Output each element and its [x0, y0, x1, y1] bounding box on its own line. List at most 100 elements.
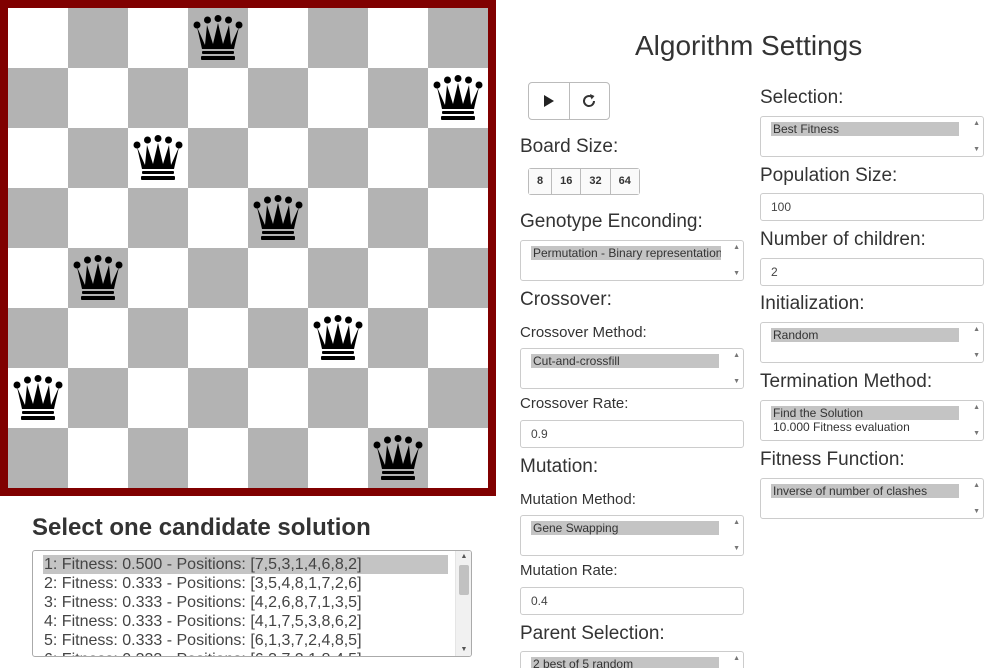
- genotype-option[interactable]: Permutation - Binary representation: [531, 246, 721, 260]
- termination-option[interactable]: 10.000 Fitness evaluation: [771, 420, 959, 434]
- board-square: [188, 368, 248, 428]
- scrollbar-thumb[interactable]: [459, 565, 469, 595]
- crossover-rate-label: Crossover Rate:: [520, 395, 629, 412]
- number-of-children-input[interactable]: [760, 258, 984, 286]
- mutation-rate-label: Mutation Rate:: [520, 562, 618, 579]
- scroll-up-icon[interactable]: ▲: [973, 326, 980, 333]
- chess-board: [8, 8, 488, 488]
- candidate-list-item[interactable]: 4: Fitness: 0.333 - Positions: [4,1,7,5,…: [43, 612, 448, 631]
- board-square: [8, 428, 68, 488]
- board-square: [248, 68, 308, 128]
- initialization-label: Initialization:: [760, 293, 865, 314]
- candidate-list-item[interactable]: 1: Fitness: 0.500 - Positions: [7,5,3,1,…: [43, 555, 448, 574]
- board-square: [428, 68, 488, 128]
- crossover-method-option[interactable]: Cut-and-crossfill: [531, 354, 719, 368]
- board-square: [8, 8, 68, 68]
- board-square: [128, 308, 188, 368]
- scroll-up-icon[interactable]: ▲: [456, 551, 471, 563]
- reset-button[interactable]: [568, 83, 609, 119]
- scroll-down-icon[interactable]: ▼: [733, 270, 740, 277]
- board-square: [68, 428, 128, 488]
- board-square: [368, 128, 428, 188]
- candidate-list-item[interactable]: 2: Fitness: 0.333 - Positions: [3,5,4,8,…: [43, 574, 448, 593]
- board-square: [68, 128, 128, 188]
- board-square: [428, 188, 488, 248]
- board-square: [248, 428, 308, 488]
- scroll-down-icon[interactable]: ▼: [456, 644, 471, 656]
- board-square: [128, 188, 188, 248]
- board-size-8-button[interactable]: 8: [529, 169, 552, 194]
- board-square: [248, 128, 308, 188]
- scroll-up-icon[interactable]: ▲: [973, 120, 980, 127]
- board-square: [68, 368, 128, 428]
- mutation-rate-input[interactable]: [520, 587, 744, 615]
- queen-icon: [373, 435, 423, 480]
- genotype-select[interactable]: Permutation - Binary representation ▲ ▼: [520, 240, 744, 281]
- queen-icon: [13, 375, 63, 420]
- crossover-method-select[interactable]: Cut-and-crossfill ▲ ▼: [520, 348, 744, 389]
- fitness-function-option[interactable]: Inverse of number of clashes: [771, 484, 959, 498]
- mutation-method-option[interactable]: Gene Swapping: [531, 521, 719, 535]
- board-square: [308, 188, 368, 248]
- scroll-up-icon[interactable]: ▲: [973, 482, 980, 489]
- termination-option-selected[interactable]: Find the Solution: [771, 406, 959, 420]
- scroll-up-icon[interactable]: ▲: [733, 519, 740, 526]
- fitness-function-select[interactable]: Inverse of number of clashes ▲ ▼: [760, 478, 984, 519]
- board-square: [308, 128, 368, 188]
- board-size-32-button[interactable]: 32: [580, 169, 610, 194]
- mutation-method-select[interactable]: Gene Swapping ▲ ▼: [520, 515, 744, 556]
- scroll-up-icon[interactable]: ▲: [733, 352, 740, 359]
- board-square: [128, 68, 188, 128]
- board-square: [68, 8, 128, 68]
- candidate-list-item[interactable]: 3: Fitness: 0.333 - Positions: [4,2,6,8,…: [43, 593, 448, 612]
- candidate-list-item[interactable]: 5: Fitness: 0.333 - Positions: [6,1,3,7,…: [43, 631, 448, 650]
- play-button[interactable]: [529, 83, 569, 119]
- crossover-method-label: Crossover Method:: [520, 324, 647, 341]
- candidate-list-scrollbar[interactable]: ▲ ▼: [455, 551, 471, 656]
- genotype-label: Genotype Enconding:: [520, 211, 703, 232]
- selection-select[interactable]: Best Fitness ▲ ▼: [760, 116, 984, 157]
- board-size-16-button[interactable]: 16: [551, 169, 581, 194]
- selection-label: Selection:: [760, 87, 844, 108]
- parent-selection-label: Parent Selection:: [520, 623, 665, 644]
- scroll-down-icon[interactable]: ▼: [973, 430, 980, 437]
- scroll-down-icon[interactable]: ▼: [733, 378, 740, 385]
- parent-selection-select[interactable]: 2 best of 5 random ▲: [520, 651, 744, 668]
- board-square: [248, 368, 308, 428]
- parent-selection-option[interactable]: 2 best of 5 random: [531, 657, 719, 668]
- initialization-option[interactable]: Random: [771, 328, 959, 342]
- board-square: [428, 248, 488, 308]
- population-size-input[interactable]: [760, 193, 984, 221]
- scroll-up-icon[interactable]: ▲: [973, 404, 980, 411]
- board-square: [368, 8, 428, 68]
- board-square: [68, 188, 128, 248]
- candidate-list-title: Select one candidate solution: [32, 514, 371, 541]
- board-square: [248, 308, 308, 368]
- scroll-down-icon[interactable]: ▼: [973, 146, 980, 153]
- board-square: [188, 308, 248, 368]
- scroll-up-icon[interactable]: ▲: [733, 244, 740, 251]
- candidate-solution-list[interactable]: 1: Fitness: 0.500 - Positions: [7,5,3,1,…: [32, 550, 472, 657]
- chess-board-frame: [0, 0, 496, 496]
- initialization-select[interactable]: Random ▲ ▼: [760, 322, 984, 363]
- scroll-down-icon[interactable]: ▼: [973, 352, 980, 359]
- selection-option[interactable]: Best Fitness: [771, 122, 959, 136]
- fitness-function-label: Fitness Function:: [760, 449, 905, 470]
- board-size-64-button[interactable]: 64: [609, 169, 639, 194]
- scroll-down-icon[interactable]: ▼: [733, 545, 740, 552]
- board-square: [128, 8, 188, 68]
- play-icon: [543, 95, 554, 107]
- board-square: [368, 308, 428, 368]
- refresh-icon: [583, 94, 596, 107]
- board-square: [308, 428, 368, 488]
- termination-method-select[interactable]: Find the Solution 10.000 Fitness evaluat…: [760, 400, 984, 441]
- board-square: [128, 428, 188, 488]
- candidate-list-item[interactable]: 6: Fitness: 0.333 - Positions: [6,3,7,2,…: [43, 650, 448, 656]
- board-square: [8, 248, 68, 308]
- board-square: [368, 368, 428, 428]
- board-square: [68, 248, 128, 308]
- crossover-rate-input[interactable]: [520, 420, 744, 448]
- scroll-down-icon[interactable]: ▼: [973, 508, 980, 515]
- scroll-up-icon[interactable]: ▲: [733, 655, 740, 662]
- board-square: [8, 188, 68, 248]
